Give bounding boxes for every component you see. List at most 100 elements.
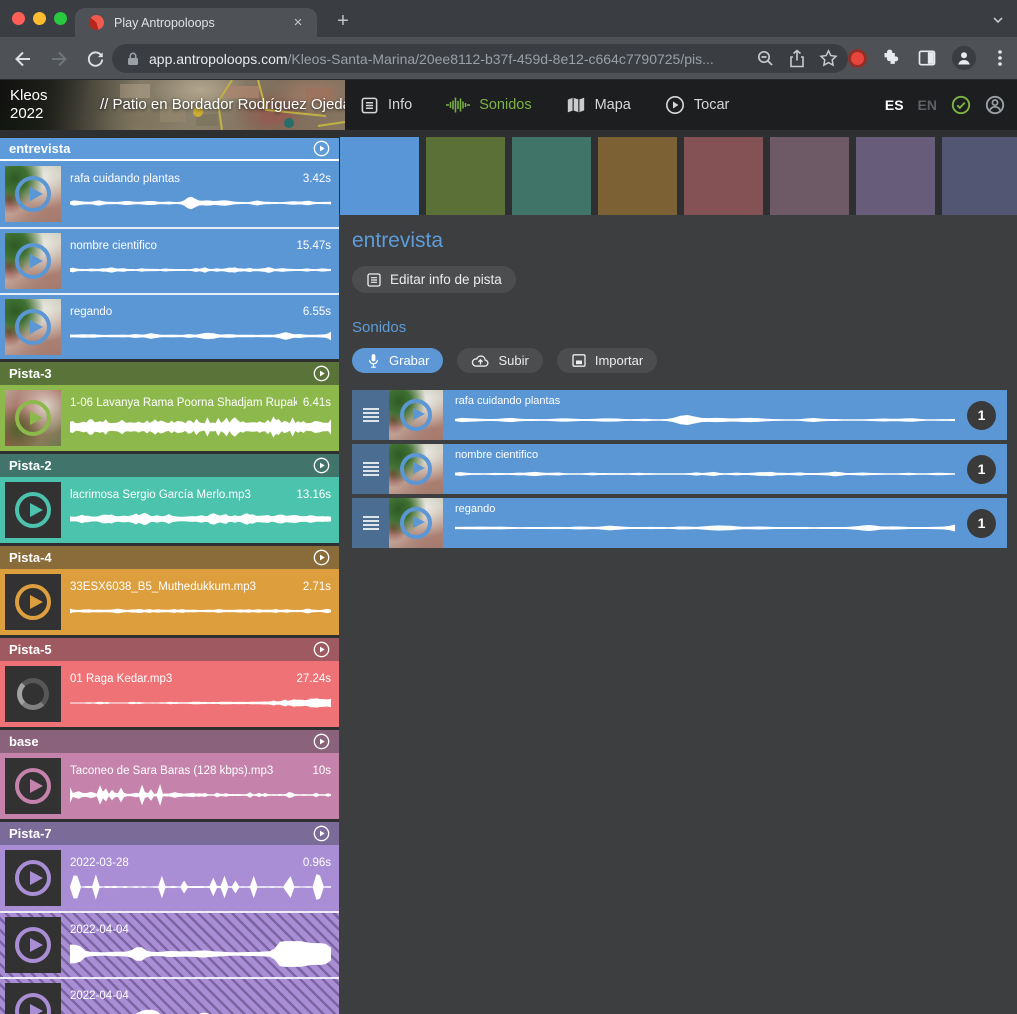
play-overlay-icon (400, 453, 432, 485)
extensions-puzzle-icon[interactable] (882, 48, 902, 68)
nav-tab-sonidos[interactable]: Sonidos (446, 96, 531, 114)
nav-tab-tocar[interactable]: Tocar (665, 95, 729, 115)
waveform (70, 412, 331, 442)
sound-thumbnail[interactable] (5, 758, 61, 814)
sound-title: 1-06 Lavanya Rama Poorna Shadjam Rupak..… (70, 397, 297, 409)
track-swatch-3[interactable] (512, 137, 591, 215)
sound-thumbnail[interactable] (5, 850, 61, 906)
site-favicon-icon (89, 15, 104, 30)
record-label: Grabar (389, 353, 429, 368)
waveform (70, 872, 331, 902)
drag-handle[interactable] (352, 444, 389, 494)
sound-item[interactable]: Taconeo de Sara Baras (128 kbps).mp310s (0, 753, 339, 819)
track-play-icon[interactable] (313, 457, 330, 474)
track-header[interactable]: base (0, 730, 339, 753)
track-swatch-7[interactable] (856, 137, 935, 215)
play-overlay-icon (400, 399, 432, 431)
track-header[interactable]: Pista-7 (0, 822, 339, 845)
account-icon[interactable] (985, 95, 1005, 115)
zoom-out-icon[interactable] (756, 49, 775, 68)
waveform-icon (446, 96, 470, 114)
sound-row[interactable]: nombre cientifico 1 (352, 444, 1007, 494)
track-header[interactable]: entrevista (0, 138, 339, 161)
sound-thumbnail[interactable] (5, 917, 61, 973)
sound-thumbnail[interactable] (389, 390, 443, 440)
sound-thumbnail[interactable] (5, 482, 61, 538)
track-header[interactable]: Pista-5 (0, 638, 339, 661)
track-play-icon[interactable] (313, 140, 330, 157)
record-extension-icon[interactable] (851, 52, 864, 65)
sound-title: Taconeo de Sara Baras (128 kbps).mp3 (70, 765, 273, 777)
url-text: app.antropoloops.com/Kleos-Santa-Marina/… (149, 51, 714, 67)
drag-handle[interactable] (352, 498, 389, 548)
browser-tab[interactable]: Play Antropoloops × (75, 8, 317, 37)
track-swatch-4[interactable] (598, 137, 677, 215)
track-play-icon[interactable] (313, 365, 330, 382)
record-button[interactable]: Grabar (352, 348, 443, 373)
project-logo[interactable]: Kleos 2022 (10, 87, 48, 123)
tab-search-chevron-icon[interactable] (991, 13, 1005, 27)
nav-tab-mapa[interactable]: Mapa (566, 96, 631, 114)
lang-en-button[interactable]: EN (918, 97, 937, 113)
forward-button[interactable] (46, 46, 72, 72)
sound-item[interactable]: 2022-04-04 (0, 977, 339, 1014)
track-swatch-1[interactable] (340, 137, 419, 215)
import-button[interactable]: Importar (557, 348, 657, 373)
sound-item[interactable]: regando6.55s (0, 293, 339, 359)
sound-thumbnail[interactable] (5, 666, 61, 722)
check-circle-icon[interactable] (951, 95, 971, 115)
lang-es-button[interactable]: ES (885, 97, 904, 113)
sound-thumbnail[interactable] (5, 390, 61, 446)
play-overlay-icon (15, 860, 51, 896)
track-section-pista-7: Pista-7 2022-03-280.96s 2022-04-04 (0, 822, 339, 1014)
sound-thumbnail[interactable] (5, 166, 61, 222)
sound-thumbnail[interactable] (5, 233, 61, 289)
upload-button[interactable]: Subir (457, 348, 542, 373)
track-header[interactable]: Pista-3 (0, 362, 339, 385)
track-swatch-5[interactable] (684, 137, 763, 215)
reload-button[interactable] (82, 46, 108, 72)
sound-item[interactable]: 2022-03-280.96s (0, 845, 339, 911)
minimize-window-button[interactable] (33, 12, 46, 25)
sound-thumbnail[interactable] (389, 444, 443, 494)
sound-item[interactable]: 33ESX6038_B5_Muthedukkum.mp32.71s (0, 569, 339, 635)
track-swatch-6[interactable] (770, 137, 849, 215)
sound-item[interactable]: 2022-04-04 (0, 911, 339, 977)
track-play-icon[interactable] (313, 549, 330, 566)
sound-item[interactable]: rafa cuidando plantas3.42s (0, 161, 339, 227)
zoom-window-button[interactable] (54, 12, 67, 25)
sound-thumbnail[interactable] (389, 498, 443, 548)
drag-handle[interactable] (352, 390, 389, 440)
close-window-button[interactable] (12, 12, 25, 25)
sound-row[interactable]: rafa cuidando plantas 1 (352, 390, 1007, 440)
track-swatch-2[interactable] (426, 137, 505, 215)
sound-row[interactable]: regando 1 (352, 498, 1007, 548)
sound-item[interactable]: nombre cientifico15.47s (0, 227, 339, 293)
track-play-icon[interactable] (313, 825, 330, 842)
track-swatch-8[interactable] (942, 137, 1017, 215)
back-button[interactable] (10, 46, 36, 72)
track-play-icon[interactable] (313, 641, 330, 658)
lock-icon[interactable] (126, 51, 140, 67)
browser-menu-kebab-icon[interactable] (991, 48, 1009, 68)
sound-thumbnail[interactable] (5, 574, 61, 630)
track-header[interactable]: Pista-4 (0, 546, 339, 569)
side-panel-icon[interactable] (917, 48, 937, 68)
track-name: Pista-7 (9, 826, 52, 841)
sound-item[interactable]: 01 Raga Kedar.mp327.24s (0, 661, 339, 727)
tab-close-icon[interactable]: × (289, 14, 307, 31)
new-tab-button[interactable]: + (330, 8, 356, 34)
share-icon[interactable] (788, 49, 806, 68)
profile-avatar[interactable] (952, 46, 976, 70)
waveform (70, 504, 331, 534)
edit-track-info-button[interactable]: Editar info de pista (352, 266, 516, 293)
sound-thumbnail[interactable] (5, 983, 61, 1014)
sound-item[interactable]: lacrimosa Sergio García Merlo.mp313.16s (0, 477, 339, 543)
nav-tab-info[interactable]: Info (360, 96, 412, 115)
track-play-icon[interactable] (313, 733, 330, 750)
track-header[interactable]: Pista-2 (0, 454, 339, 477)
bookmark-star-icon[interactable] (819, 49, 838, 68)
sound-thumbnail[interactable] (5, 299, 61, 355)
address-bar[interactable]: app.antropoloops.com/Kleos-Santa-Marina/… (112, 44, 848, 73)
sound-item[interactable]: 1-06 Lavanya Rama Poorna Shadjam Rupak..… (0, 385, 339, 451)
